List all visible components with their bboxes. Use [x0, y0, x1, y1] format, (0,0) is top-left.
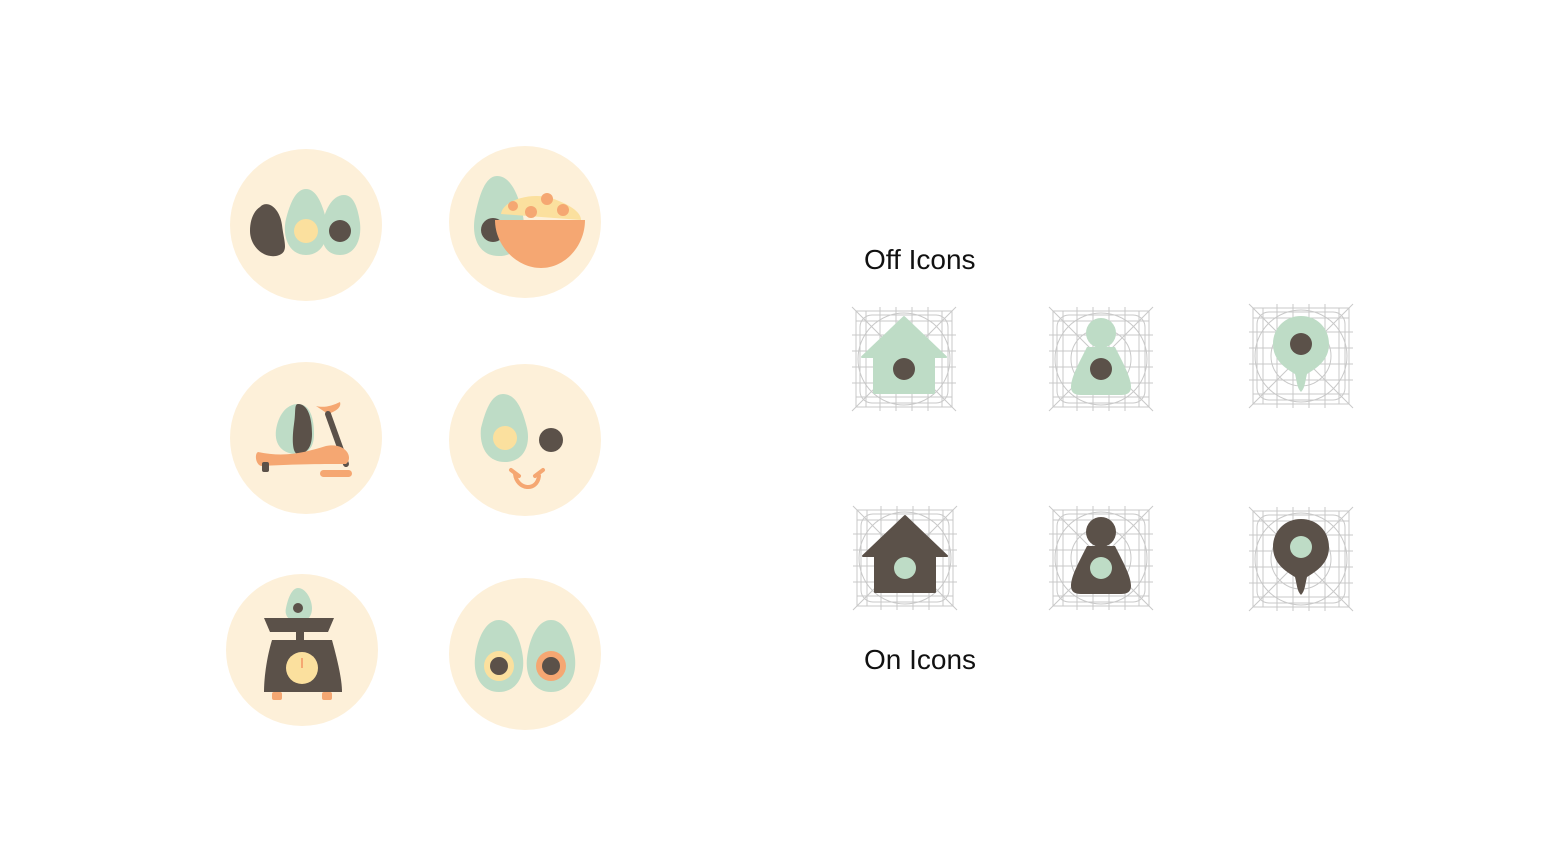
home-icon-off [851, 306, 957, 412]
avocado-trio-icon [230, 149, 382, 301]
avocado-kitchen-scale-icon [226, 574, 378, 726]
home-icon-on [852, 505, 958, 611]
profile-icon-off [1048, 306, 1154, 412]
on-icons-label: On Icons [864, 644, 977, 675]
location-pin-icon-off [1248, 303, 1354, 409]
avocado-pair-icon [449, 578, 601, 730]
avocado-salad-bowl-icon [449, 146, 601, 298]
profile-icon-on [1048, 505, 1154, 611]
avocado-exercise-bike-icon [230, 362, 382, 514]
off-icons-label: Off Icons [864, 244, 976, 275]
avocado-smiley-icon [449, 364, 601, 516]
location-pin-icon-on [1248, 506, 1354, 612]
